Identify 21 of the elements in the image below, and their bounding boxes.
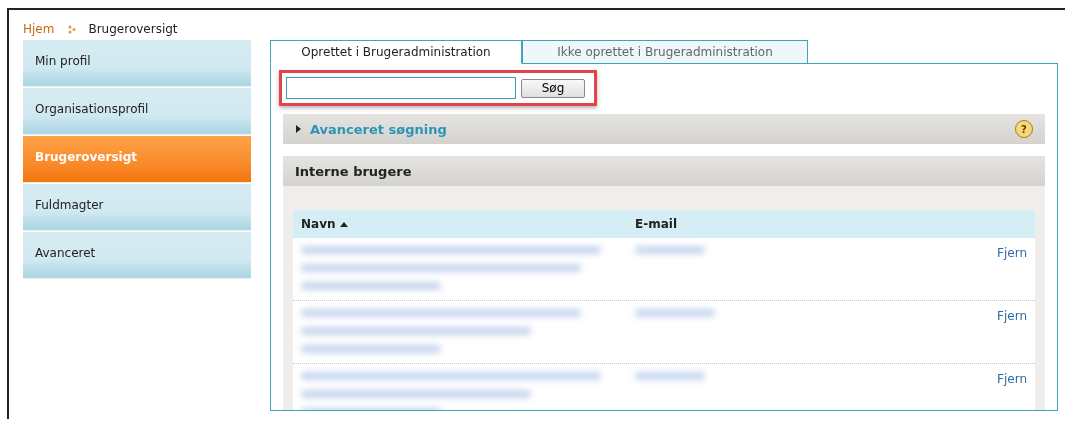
sidebar-item[interactable]: Avanceret [23,232,251,279]
breadcrumb-link[interactable]: Hjem [23,22,55,36]
sidebar-item[interactable]: Fuldmagter [23,184,251,231]
remove-link[interactable]: Fjern [997,246,1027,260]
search-field[interactable] [286,77,516,99]
expand-triangle-icon[interactable] [295,125,302,133]
tab[interactable]: Oprettet i Brugeradministration [270,40,522,64]
help-icon[interactable]: ? [1015,120,1033,138]
blurred-text [635,246,705,254]
remove-link[interactable]: Fjern [997,372,1027,386]
blurred-text [635,372,705,380]
tab[interactable]: Ikke oprettet i Brugeradministration [522,40,808,64]
section-title: Interne brugere [295,163,412,179]
breadcrumb-current: Brugeroversigt [88,22,178,36]
remove-link[interactable]: Fjern [997,309,1027,323]
sidebar-item[interactable]: Organisationsprofil [23,88,251,135]
search-button[interactable]: Søg [521,78,585,98]
column-header[interactable]: Navn [301,217,348,231]
sidebar-item[interactable]: Min profil [23,40,251,87]
breadcrumb-separator-icon [68,24,77,34]
column-header[interactable]: E-mail [635,217,677,231]
